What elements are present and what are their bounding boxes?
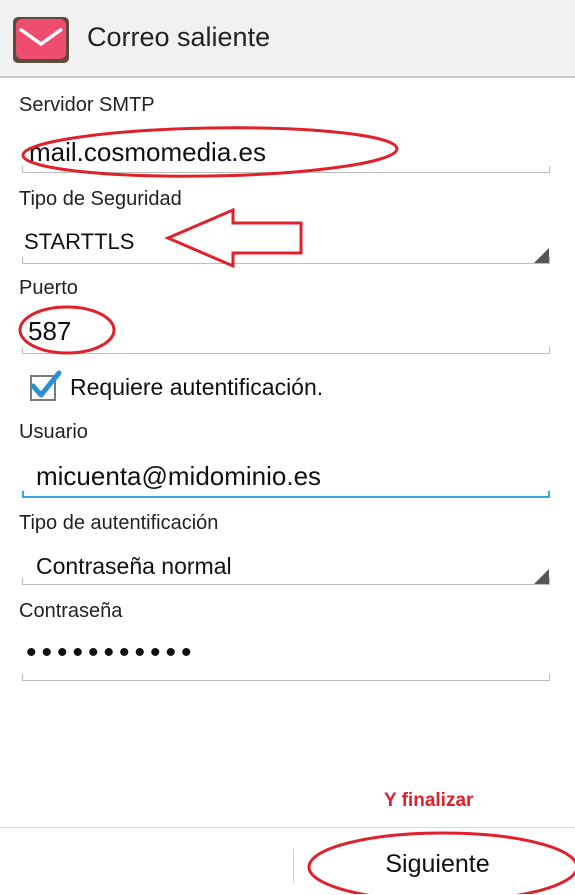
auth-type-select[interactable]: Contraseña normal [36,553,564,580]
security-type-label: Tipo de Seguridad [19,188,182,210]
smtp-server-field[interactable]: mail.cosmomedia.es [29,137,557,168]
mail-app-icon [13,17,69,63]
password-label: Contraseña [19,600,123,622]
annotation-note: Y finalizar [384,790,474,811]
app-title: Correo saliente [87,22,271,52]
annotation-overlay [18,126,575,894]
port-underline [22,347,550,354]
password-underline [22,674,550,681]
security-dropdown-icon [534,248,549,263]
smtp-server-label: Servidor SMTP [19,94,155,116]
port-label: Puerto [19,277,78,299]
password-field[interactable]: ••••••••••• [26,636,197,670]
auth-type-underline [22,578,550,585]
smtp-server-underline [22,166,550,173]
action-bar: Correo saliente [0,0,575,78]
auth-type-dropdown-icon [534,569,549,584]
port-field[interactable]: 587 [28,316,556,347]
username-underline [22,491,550,498]
button-divider [293,849,294,883]
security-type-select[interactable]: STARTTLS [24,229,552,255]
checkmark-icon [30,370,62,398]
username-field[interactable]: micuenta@midominio.es [36,461,564,492]
next-button[interactable]: Siguiente [300,835,575,894]
auth-required-label[interactable]: Requiere autentificación. [70,374,323,401]
security-type-underline [22,257,550,264]
username-label: Usuario [19,421,88,443]
auth-type-label: Tipo de autentificación [19,512,219,534]
